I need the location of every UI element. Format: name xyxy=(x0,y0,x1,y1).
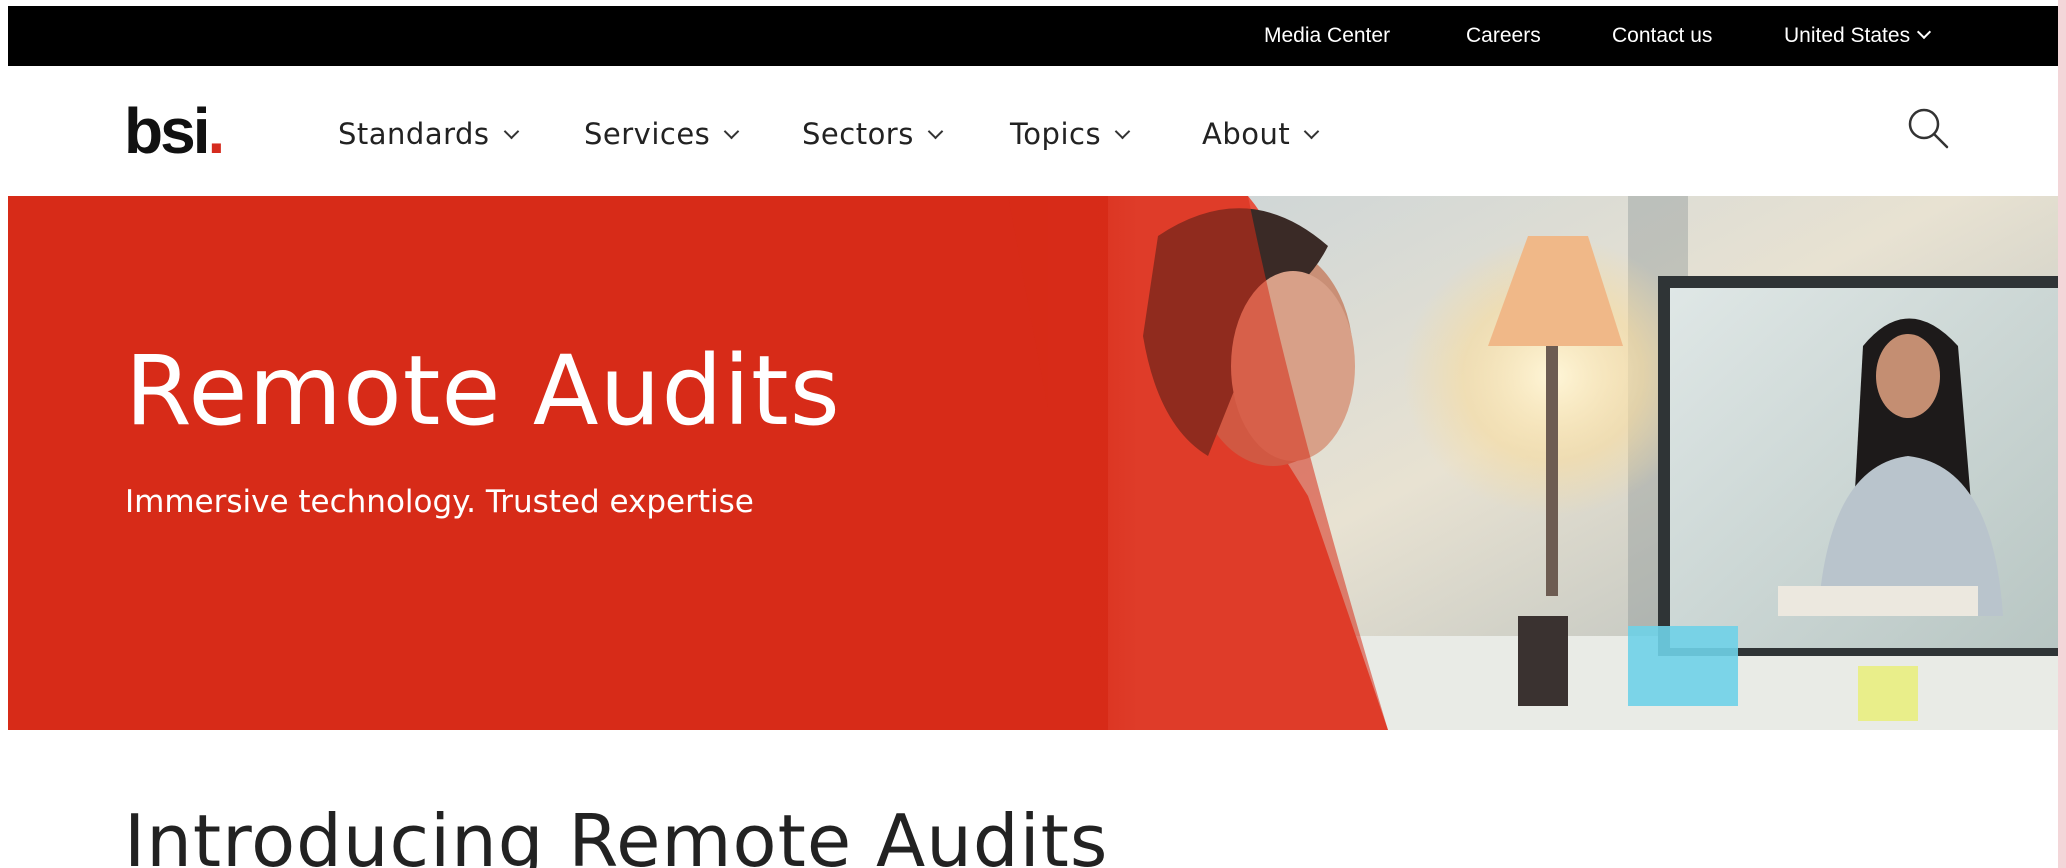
nav-services-label: Services xyxy=(584,117,711,151)
logo-dot: . xyxy=(207,95,225,167)
nav-about-label: About xyxy=(1202,117,1291,151)
right-edge xyxy=(2058,0,2066,868)
hero-title: Remote Audits xyxy=(125,335,841,447)
main-nav: bsi. Standards Services Sectors Topics A… xyxy=(8,66,2060,196)
logo-text: bsi xyxy=(124,95,210,167)
contact-us-link[interactable]: Contact us xyxy=(1612,6,1712,66)
media-center-link[interactable]: Media Center xyxy=(1264,6,1390,66)
nav-standards[interactable]: Standards xyxy=(338,114,519,154)
country-selector-label: United States xyxy=(1784,24,1911,47)
bsi-logo[interactable]: bsi. xyxy=(124,95,225,167)
nav-sectors-label: Sectors xyxy=(802,117,914,151)
chevron-down-icon xyxy=(724,123,740,140)
search-icon xyxy=(1908,108,1949,149)
chevron-down-icon xyxy=(1303,123,1320,140)
chevron-down-icon xyxy=(1917,24,1932,40)
chevron-down-icon xyxy=(503,123,519,140)
chevron-down-icon xyxy=(1114,123,1131,140)
nav-standards-label: Standards xyxy=(338,117,490,151)
utility-bar: Media Center Careers Contact us United S… xyxy=(8,6,2060,66)
page: Media Center Careers Contact us United S… xyxy=(0,0,2066,868)
nav-about[interactable]: About xyxy=(1202,114,1320,154)
hero-image xyxy=(8,196,2060,730)
nav-services[interactable]: Services xyxy=(584,114,740,154)
section-heading: Introducing Remote Audits xyxy=(124,799,1109,868)
search-button[interactable] xyxy=(1905,105,1953,153)
nav-topics-label: Topics xyxy=(1010,117,1102,151)
careers-link[interactable]: Careers xyxy=(1466,6,1541,66)
hero-subtitle: Immersive technology. Trusted expertise xyxy=(125,484,754,520)
chevron-down-icon xyxy=(927,123,944,140)
hero-banner: Remote Audits Immersive technology. Trus… xyxy=(8,196,2060,730)
nav-topics[interactable]: Topics xyxy=(1010,114,1131,154)
country-selector[interactable]: United States xyxy=(1784,6,1932,66)
nav-sectors[interactable]: Sectors xyxy=(802,114,944,154)
